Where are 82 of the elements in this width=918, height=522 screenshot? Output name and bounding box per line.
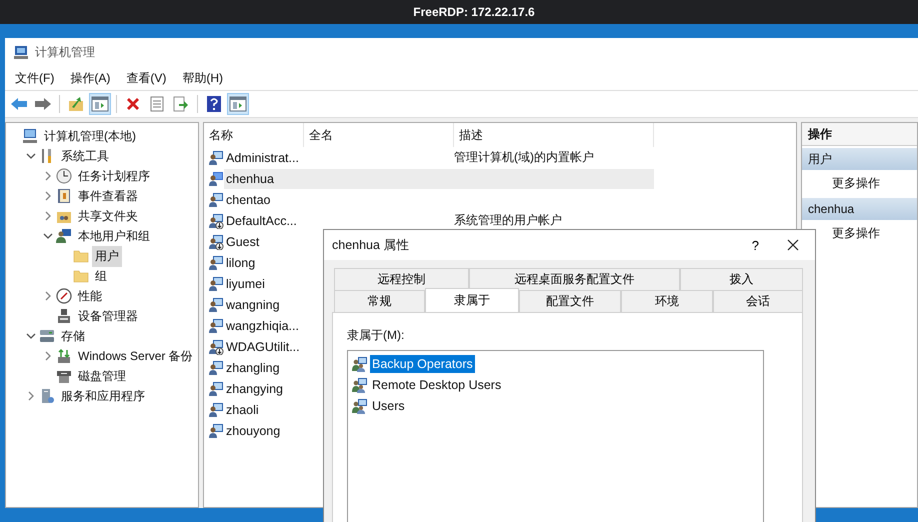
gauge-icon <box>56 288 72 304</box>
group-icon <box>352 356 368 372</box>
device-icon <box>56 308 72 324</box>
tree-item[interactable]: 用户 <box>92 246 122 266</box>
chevron-right-icon[interactable] <box>43 291 53 301</box>
chevron-right-icon[interactable] <box>43 351 53 361</box>
tree-item[interactable]: 设备管理器 <box>75 306 141 326</box>
folder-up-icon <box>67 96 85 112</box>
tree-item[interactable]: 存储 <box>58 326 88 346</box>
tree-item[interactable]: 磁盘管理 <box>75 366 129 386</box>
chevron-down-icon[interactable] <box>26 151 36 161</box>
column-header[interactable]: 描述 <box>454 123 654 147</box>
group-icon <box>352 398 368 414</box>
storage-icon <box>39 328 55 344</box>
toolbar-button[interactable] <box>89 93 111 115</box>
chevron-right-icon[interactable] <box>43 191 53 201</box>
computer-icon <box>22 128 38 144</box>
help-button[interactable]: ? <box>750 238 761 252</box>
user-name[interactable]: chenhua <box>224 168 654 188</box>
computer-icon <box>13 44 29 60</box>
tab[interactable]: 配置文件 <box>519 290 621 312</box>
column-header[interactable]: 全名 <box>304 123 454 147</box>
tab[interactable]: 隶属于 <box>425 288 519 312</box>
menu-item[interactable]: 查看(V) <box>126 68 166 88</box>
clock-icon <box>56 168 72 184</box>
group-item[interactable]: Remote Desktop Users <box>370 376 504 394</box>
book-icon <box>56 188 72 204</box>
tree-item[interactable]: 系统工具 <box>58 146 112 166</box>
tree-item[interactable]: 计算机管理(本地) <box>41 126 139 146</box>
user-name[interactable]: Administrat... <box>224 148 454 168</box>
user-description: 管理计算机(域)的内置帐户 <box>454 149 594 166</box>
tree-item[interactable]: Windows Server 备份 <box>75 346 196 366</box>
tree-item[interactable]: 性能 <box>75 286 105 306</box>
section-header[interactable]: 用户 <box>802 148 917 170</box>
tree-item[interactable]: 本地用户和组 <box>75 226 153 246</box>
services-icon <box>39 388 55 404</box>
column-header[interactable]: 名称 <box>204 123 304 147</box>
user-description: 系统管理的用户帐户 <box>454 212 562 229</box>
tree-item[interactable]: 组 <box>92 266 110 286</box>
tab[interactable]: 远程桌面服务配置文件 <box>469 268 680 290</box>
tab[interactable]: 环境 <box>621 290 713 312</box>
tab[interactable]: 拨入 <box>680 268 803 290</box>
session-title: FreeRDP: 172.22.17.6 <box>412 5 535 19</box>
document-icon <box>148 96 166 112</box>
chevron-right-icon[interactable] <box>26 391 36 401</box>
user-name[interactable]: chentao <box>224 190 454 210</box>
pane-icon <box>229 96 247 112</box>
chevron-right-icon[interactable] <box>43 171 53 181</box>
tree-item[interactable]: 服务和应用程序 <box>58 386 148 406</box>
group-item[interactable]: Backup Operators <box>370 354 475 372</box>
chevron-down-icon[interactable] <box>43 231 53 241</box>
window-title: 计算机管理 <box>35 44 95 60</box>
menu-item[interactable]: 操作(A) <box>70 68 110 88</box>
users-icon <box>56 228 72 244</box>
folder-icon <box>73 268 89 284</box>
tree-item[interactable]: 共享文件夹 <box>75 206 141 226</box>
actions-title: 操作 <box>802 123 917 146</box>
tree-item[interactable]: 任务计划程序 <box>75 166 153 186</box>
disk-icon <box>56 368 72 384</box>
group-icon <box>352 376 368 392</box>
pane-icon <box>91 96 109 112</box>
folder-icon <box>73 248 89 264</box>
tab[interactable]: 常规 <box>334 290 425 312</box>
tab[interactable]: 会话 <box>713 290 803 312</box>
backup-icon <box>56 348 72 364</box>
back-arrow-icon <box>10 96 28 112</box>
group-item[interactable]: Users <box>370 396 407 414</box>
export-icon <box>172 96 190 112</box>
menu-item[interactable]: 文件(F) <box>15 68 54 88</box>
chevron-right-icon[interactable] <box>43 211 53 221</box>
forward-arrow-icon <box>34 96 52 112</box>
chevron-down-icon[interactable] <box>26 331 36 341</box>
tab[interactable]: 远程控制 <box>334 268 469 290</box>
menu-item[interactable]: 帮助(H) <box>182 68 223 88</box>
dialog-title: chenhua 属性 <box>332 236 410 254</box>
help-icon <box>205 96 223 112</box>
section-header[interactable]: chenhua <box>802 198 917 220</box>
member-of-label: 隶属于(M): <box>347 327 406 344</box>
toolbar-button[interactable] <box>227 93 249 115</box>
tree-item[interactable]: 事件查看器 <box>75 186 141 206</box>
action-link[interactable]: 更多操作 <box>802 170 917 196</box>
close-icon[interactable] <box>787 239 799 251</box>
